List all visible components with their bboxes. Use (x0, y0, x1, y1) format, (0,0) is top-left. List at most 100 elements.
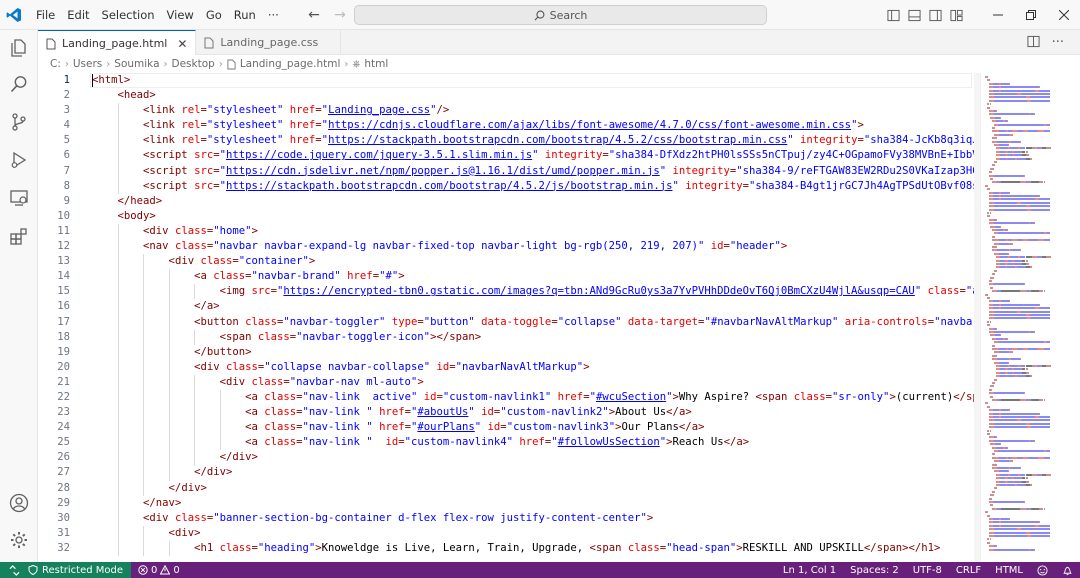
menu-more[interactable]: ··· (262, 0, 285, 30)
code-line: <h1 class="heading">Knoweldge is Live, L… (92, 541, 974, 556)
breadcrumb-item[interactable]: Landing_page.html (240, 58, 341, 70)
forward-arrow-icon[interactable]: → (332, 7, 348, 23)
menu-go[interactable]: Go (200, 0, 228, 30)
code-token: </ (219, 451, 233, 464)
minimap-stroke (1013, 477, 1022, 480)
code-token: class (264, 406, 297, 419)
tab-landing-page-html[interactable]: Landing_page.html ✕ (38, 30, 197, 56)
code-token[interactable]: https://encrypted-tbn0.gstatic.com/image… (283, 285, 914, 297)
remote-explorer-icon[interactable] (7, 186, 31, 210)
menu-run[interactable]: Run (228, 0, 262, 30)
code-token[interactable]: https://code.jquery.com/jquery-3.5.1.sli… (226, 149, 532, 161)
code-token[interactable]: #ourPlans (417, 421, 474, 433)
minimap-stroke (998, 130, 1007, 133)
breadcrumb-item[interactable]: Soumika (114, 58, 159, 70)
explorer-icon[interactable] (7, 36, 31, 60)
close-icon[interactable]: ✕ (177, 37, 187, 51)
minimap-stroke (998, 239, 1007, 242)
code-line: </div> (92, 465, 974, 480)
minimap-stroke (1021, 528, 1051, 531)
accounts-icon[interactable] (7, 491, 31, 515)
indentation-setting[interactable]: Spaces: 2 (843, 562, 906, 578)
minimap-stroke (1021, 93, 1051, 95)
code-token: "navbar-brand" (251, 270, 348, 283)
restricted-mode-indicator[interactable]: Restricted Mode (28, 562, 132, 578)
end-of-line-setting[interactable]: CRLF (949, 562, 988, 578)
code-token: Reach Us (672, 436, 724, 449)
code-token: class (219, 541, 252, 554)
problems-indicator[interactable]: 0 0 (131, 562, 187, 578)
restore-window-icon[interactable] (1014, 0, 1047, 30)
code-token: id (385, 436, 399, 449)
menu-view[interactable]: View (161, 0, 200, 30)
line-number: 11 (57, 224, 70, 237)
code-token: "collapse" (557, 315, 628, 328)
menu-selection[interactable]: Selection (96, 0, 161, 30)
minimize-window-icon[interactable] (981, 0, 1014, 30)
minimap-stroke (1013, 150, 1022, 153)
command-center-search[interactable]: Search (354, 5, 767, 25)
close-window-icon[interactable] (1047, 0, 1080, 30)
tab-landing-page-css[interactable]: Landing_page.css (196, 30, 342, 55)
feedback-icon[interactable] (1030, 562, 1055, 578)
code-token: "stylesheet" (206, 119, 290, 132)
breadcrumb-item[interactable]: html (364, 58, 388, 70)
run-debug-icon[interactable] (7, 148, 31, 172)
code-token: > (194, 526, 201, 539)
customize-layout-icon[interactable] (946, 0, 967, 30)
code-token: rel (181, 119, 201, 132)
code-token[interactable]: https://cdnjs.cloudflare.com/ajax/libs/f… (328, 119, 851, 131)
vscode-logo-icon (0, 0, 28, 30)
code-token: > (780, 240, 788, 253)
code-line: <body> (92, 209, 974, 224)
minimap-stroke (998, 450, 1044, 452)
code-token: > (646, 511, 654, 524)
back-arrow-icon[interactable]: ← (306, 7, 322, 23)
code-token[interactable]: #wcuSection (596, 391, 666, 403)
menu-edit[interactable]: Edit (61, 0, 95, 30)
tab-label: Landing_page.html (62, 37, 168, 50)
minimap-stroke (1014, 480, 1022, 483)
breadcrumb-item[interactable]: Desktop (172, 58, 215, 70)
language-mode[interactable]: HTML (988, 562, 1030, 578)
source-control-icon[interactable] (7, 110, 31, 134)
code-token: a (251, 436, 265, 449)
minimap-stroke (1001, 86, 1039, 89)
minimap-stroke (1046, 123, 1051, 126)
code-text-area[interactable]: <html> <head> <link rel="stylesheet" hre… (92, 73, 974, 562)
minimap-stroke (1009, 409, 1011, 412)
code-token: > (934, 541, 941, 554)
code-token[interactable]: https://stackpath.bootstrapcdn.com/boots… (226, 180, 672, 192)
toggle-secondary-sidebar-icon[interactable] (925, 0, 946, 30)
extensions-icon[interactable] (7, 224, 31, 248)
search-icon[interactable] (7, 72, 31, 96)
code-token: > (251, 224, 258, 237)
encoding-setting[interactable]: UTF-8 (906, 562, 949, 578)
toggle-primary-sidebar-icon[interactable] (883, 0, 904, 30)
code-token[interactable]: Landing_page.css (328, 104, 430, 116)
minimap[interactable] (980, 73, 1080, 562)
minimap-stroke (1013, 368, 1022, 371)
code-token[interactable]: https://cdn.jsdelivr.net/npm/popper.js@1… (226, 165, 660, 177)
code-token[interactable]: https://stackpath.bootstrapcdn.com/boots… (328, 134, 787, 146)
notifications-bell-icon[interactable] (1055, 562, 1080, 578)
toggle-panel-icon[interactable] (904, 0, 925, 30)
code-token: class (225, 360, 258, 373)
more-actions-icon[interactable]: ··· (1052, 35, 1064, 50)
code-token[interactable]: #aboutUs (417, 406, 468, 418)
minimap-stroke (999, 147, 1009, 150)
breadcrumb-item[interactable]: Users (73, 58, 102, 70)
minimap-stroke (994, 96, 1026, 99)
code-editor[interactable]: 1 2 3 4 5 6 7 8 9 10 11 12 13 14 15 16 17 18 19 20 21 22 23 24 2… (38, 73, 1080, 562)
code-token: href (289, 119, 316, 132)
remote-indicator-icon[interactable] (0, 562, 28, 578)
split-editor-icon[interactable] (1027, 35, 1040, 51)
breadcrumb-item[interactable]: C: (50, 58, 61, 70)
menu-file[interactable]: File (30, 0, 61, 30)
cursor-position[interactable]: Ln 1, Col 1 (776, 562, 843, 578)
code-token[interactable]: #followUsSection (558, 436, 660, 448)
manage-gear-icon[interactable] (7, 528, 31, 552)
code-token: > (200, 481, 207, 494)
